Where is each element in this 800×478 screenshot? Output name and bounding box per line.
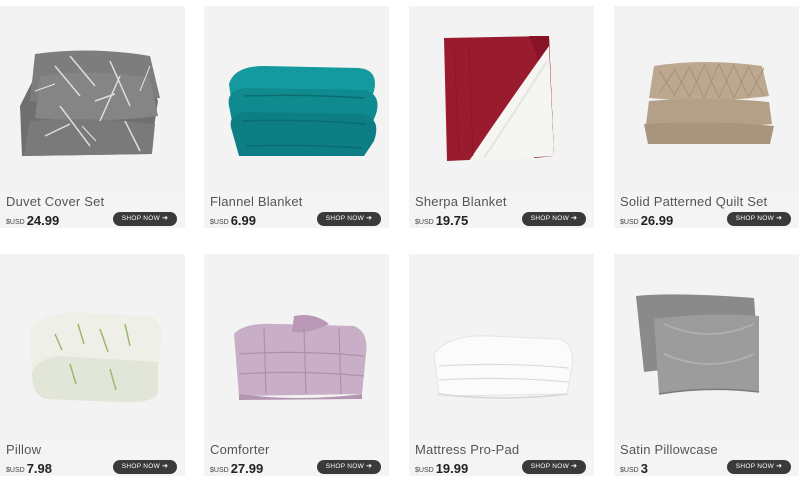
- shop-now-button[interactable]: SHOP NOW ➔: [317, 460, 381, 474]
- shop-now-button[interactable]: SHOP NOW ➔: [727, 460, 791, 474]
- arrow-right-icon: ➔: [366, 215, 373, 222]
- flannel-blanket-image[interactable]: [204, 6, 389, 192]
- arrow-right-icon: ➔: [571, 215, 578, 222]
- product-name: Flannel Blanket: [210, 194, 303, 209]
- shop-now-button[interactable]: SHOP NOW ➔: [113, 212, 177, 226]
- currency-label: $USD: [620, 219, 639, 226]
- arrow-right-icon: ➔: [776, 463, 783, 470]
- mattress-pad-image[interactable]: [409, 254, 594, 440]
- arrow-right-icon: ➔: [162, 463, 169, 470]
- product-name: Pillow: [6, 442, 42, 457]
- product-card-duvet-cover-set[interactable]: Duvet Cover Set $USD 24.99 SHOP NOW ➔: [0, 6, 185, 228]
- product-price: 19.99: [435, 461, 469, 476]
- comforter-image[interactable]: [204, 254, 389, 440]
- arrow-right-icon: ➔: [571, 463, 578, 470]
- arrow-right-icon: ➔: [776, 215, 783, 222]
- product-price: 24.99: [26, 213, 60, 228]
- shop-now-button[interactable]: SHOP NOW ➔: [727, 212, 791, 226]
- currency-label: $USD: [6, 467, 25, 474]
- shop-now-label: SHOP NOW: [530, 215, 570, 222]
- shop-now-label: SHOP NOW: [735, 463, 775, 470]
- currency-label: $USD: [210, 219, 229, 226]
- product-price: 26.99: [640, 213, 674, 228]
- arrow-right-icon: ➔: [366, 463, 373, 470]
- product-card-satin-pillowcase[interactable]: Satin Pillowcase $USD 3 SHOP NOW ➔: [614, 254, 799, 476]
- product-price: 7.98: [26, 461, 52, 476]
- product-card-sherpa-blanket[interactable]: Sherpa Blanket $USD 19.75 SHOP NOW ➔: [409, 6, 594, 228]
- shop-now-label: SHOP NOW: [735, 215, 775, 222]
- product-name: Comforter: [210, 442, 270, 457]
- shop-now-label: SHOP NOW: [121, 215, 161, 222]
- product-card-pillow[interactable]: Pillow $USD 7.98 SHOP NOW ➔: [0, 254, 185, 476]
- currency-label: $USD: [620, 467, 639, 474]
- currency-label: $USD: [415, 219, 434, 226]
- shop-now-button[interactable]: SHOP NOW ➔: [522, 212, 586, 226]
- product-name: Sherpa Blanket: [415, 194, 507, 209]
- currency-label: $USD: [415, 467, 434, 474]
- shop-now-button[interactable]: SHOP NOW ➔: [522, 460, 586, 474]
- product-card-comforter[interactable]: Comforter $USD 27.99 SHOP NOW ➔: [204, 254, 389, 476]
- shop-now-button[interactable]: SHOP NOW ➔: [113, 460, 177, 474]
- arrow-right-icon: ➔: [162, 215, 169, 222]
- currency-label: $USD: [210, 467, 229, 474]
- quilt-set-image[interactable]: [614, 6, 799, 192]
- product-card-flannel-blanket[interactable]: Flannel Blanket $USD 6.99 SHOP NOW ➔: [204, 6, 389, 228]
- product-card-mattress-pro-pad[interactable]: Mattress Pro-Pad $USD 19.99 SHOP NOW ➔: [409, 254, 594, 476]
- product-price: 3: [640, 461, 648, 476]
- product-card-quilt-set[interactable]: Solid Patterned Quilt Set $USD 26.99 SHOP…: [614, 6, 799, 228]
- shop-now-label: SHOP NOW: [325, 463, 365, 470]
- currency-label: $USD: [6, 219, 25, 226]
- shop-now-label: SHOP NOW: [325, 215, 365, 222]
- product-name: Duvet Cover Set: [6, 194, 105, 209]
- product-price: 19.75: [435, 213, 469, 228]
- product-price: 27.99: [230, 461, 264, 476]
- pillow-image[interactable]: [0, 254, 185, 440]
- shop-now-label: SHOP NOW: [121, 463, 161, 470]
- product-name: Solid Patterned Quilt Set: [620, 194, 768, 209]
- shop-now-button[interactable]: SHOP NOW ➔: [317, 212, 381, 226]
- sherpa-blanket-image[interactable]: [409, 6, 594, 192]
- satin-pillowcase-image[interactable]: [614, 254, 799, 440]
- shop-now-label: SHOP NOW: [530, 463, 570, 470]
- duvet-cover-image[interactable]: [0, 6, 185, 192]
- product-name: Mattress Pro-Pad: [415, 442, 520, 457]
- product-price: 6.99: [230, 213, 256, 228]
- product-name: Satin Pillowcase: [620, 442, 718, 457]
